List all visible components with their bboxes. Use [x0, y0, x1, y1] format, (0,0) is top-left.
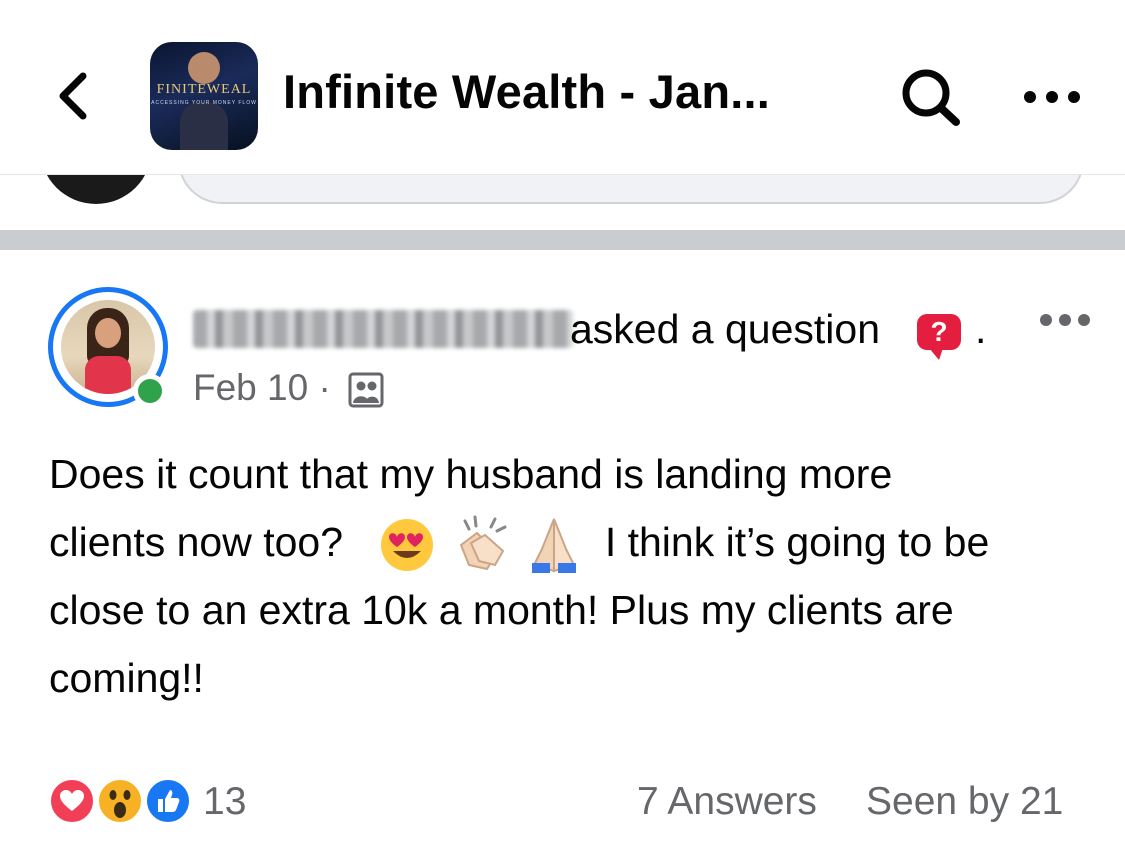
- online-status-indicator: [133, 374, 167, 408]
- more-options-button[interactable]: [1016, 80, 1088, 114]
- heart-eyes-emoji: [381, 519, 434, 572]
- more-icon-dot: [1024, 91, 1036, 103]
- post-body-segment: clients now too?: [49, 519, 344, 565]
- group-header: FINITEWEAL ACCESSING YOUR MONEY FLOW Inf…: [0, 0, 1125, 175]
- section-divider: [0, 230, 1125, 250]
- author-name-blurred[interactable]: [193, 310, 573, 348]
- folded-hands-emoji: [532, 518, 577, 574]
- like-reaction-icon: [144, 777, 192, 825]
- search-button[interactable]: [898, 66, 966, 128]
- post-more-icon-dot: [1078, 314, 1090, 326]
- group-logo-wordmark: FINITEWEAL: [156, 82, 252, 97]
- avatar-shirt: [85, 356, 131, 394]
- wow-reaction-icon: [96, 777, 144, 825]
- clapping-hands-emoji: [459, 515, 507, 571]
- post-body-line-with-emojis: clients now too? I think it’s going to b…: [49, 508, 1089, 576]
- reaction-summary[interactable]: [48, 777, 198, 827]
- post-more-icon-dot: [1059, 314, 1071, 326]
- post-body: Does it count that my husband is landing…: [49, 440, 1089, 712]
- group-logo-person-body: [180, 102, 228, 150]
- post-action-period: .: [975, 306, 987, 352]
- group-title[interactable]: Infinite Wealth - Jan...: [283, 64, 770, 119]
- group-members-icon[interactable]: [348, 372, 384, 408]
- post-more-icon-dot: [1040, 314, 1052, 326]
- answers-count-link[interactable]: 7 Answers: [637, 780, 817, 824]
- more-icon-dot: [1068, 91, 1080, 103]
- post-action-text: asked a question: [570, 306, 881, 352]
- back-icon: [59, 72, 87, 120]
- seen-by-count[interactable]: Seen by 21: [866, 780, 1063, 824]
- love-reaction-icon: [48, 777, 96, 825]
- group-logo-person-head: [188, 52, 220, 84]
- avatar-face: [95, 318, 121, 348]
- question-badge-icon: ?: [917, 314, 961, 360]
- post-body-segment: I think it’s going to be: [604, 519, 990, 565]
- post-body-line: coming!!: [49, 655, 204, 701]
- post-timestamp[interactable]: Feb 10 ·: [193, 367, 331, 409]
- post-body-line: Does it count that my husband is landing…: [49, 451, 893, 497]
- search-icon: [902, 69, 960, 126]
- post-options-button[interactable]: [1036, 308, 1094, 332]
- post-body-line: close to an extra 10k a month! Plus my c…: [49, 587, 954, 633]
- back-button[interactable]: [48, 66, 96, 126]
- reaction-count[interactable]: 13: [203, 780, 246, 824]
- date-separator: ·: [318, 367, 331, 408]
- group-logo-subtext: ACCESSING YOUR MONEY FLOW: [151, 100, 257, 106]
- more-icon-dot: [1046, 91, 1058, 103]
- group-logo[interactable]: FINITEWEAL ACCESSING YOUR MONEY FLOW: [150, 42, 258, 150]
- post-date: Feb 10: [193, 367, 309, 408]
